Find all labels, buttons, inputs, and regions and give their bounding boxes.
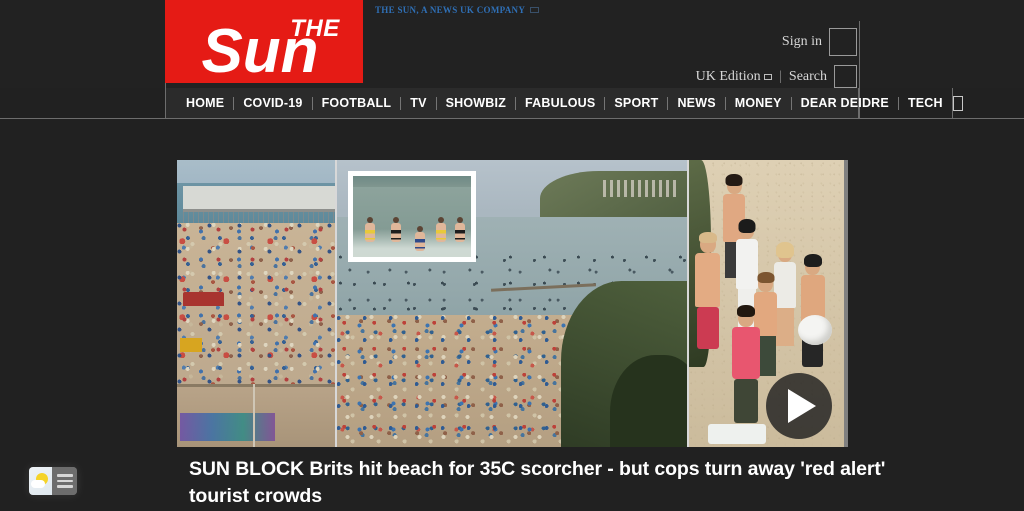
nav-items: HOME COVID-19 FOOTBALL TV SHOWBIZ FABULO… [165, 96, 952, 110]
swimmer-figure [391, 217, 402, 243]
video-play-button[interactable] [766, 373, 832, 439]
swimmer-figure [454, 217, 465, 243]
lamp-post [252, 383, 255, 447]
nav-item-news[interactable]: NEWS [668, 96, 724, 110]
hamburger-icon[interactable] [52, 467, 77, 495]
user-account-icon[interactable] [829, 28, 857, 56]
edition-search-row: UK Edition | Search [696, 65, 857, 88]
main-navigation: HOME COVID-19 FOOTBALL TV SHOWBIZ FABULO… [165, 88, 963, 118]
nav-item-showbiz[interactable]: SHOWBIZ [437, 96, 515, 110]
site-header: THE Sun THE SUN, A NEWS UK COMPANY Sign … [0, 0, 1024, 118]
beach-towel [707, 424, 767, 445]
play-icon [788, 389, 816, 423]
nav-item-tech[interactable]: TECH [899, 96, 952, 110]
inset-photo[interactable] [348, 171, 476, 262]
external-link-icon [530, 7, 540, 13]
sign-in-row[interactable]: Sign in [782, 28, 857, 56]
nav-item-money[interactable]: MONEY [726, 96, 791, 110]
collage-panel-right[interactable] [689, 160, 844, 447]
beach-person [695, 231, 721, 349]
swimmer-figure [436, 217, 447, 243]
logo-left-rule [165, 83, 166, 118]
beach-person [800, 253, 825, 367]
search-icon[interactable] [834, 65, 857, 88]
nav-item-fabulous[interactable]: FABULOUS [516, 96, 604, 110]
company-byline[interactable]: THE SUN, A NEWS UK COMPANY [375, 5, 540, 15]
article-media-collage[interactable] [177, 160, 848, 447]
beach-person [774, 242, 797, 347]
sign-in-label: Sign in [781, 34, 822, 49]
nav-item-home[interactable]: HOME [177, 96, 233, 110]
header-account-area: Sign in UK Edition | Search [696, 28, 857, 88]
promenade-rail [177, 383, 335, 387]
cloud-glyph [31, 480, 45, 488]
beach-tent [180, 337, 203, 353]
nav-item-tv[interactable]: TV [401, 96, 435, 110]
collage-panel-center[interactable] [335, 160, 689, 447]
taskbar-weather-widget[interactable] [29, 467, 77, 495]
nav-item-covid-19[interactable]: COVID-19 [234, 96, 311, 110]
beach-ball [797, 314, 832, 345]
svg-text:Sun: Sun [201, 17, 318, 83]
company-byline-text: THE SUN, A NEWS UK COMPANY [375, 5, 526, 15]
nav-item-football[interactable]: FOOTBALL [313, 96, 401, 110]
chevron-down-icon [764, 73, 773, 80]
article-headline[interactable]: SUN BLOCK Brits hit beach for 35C scorch… [189, 456, 889, 510]
swimmer-figure [365, 217, 376, 243]
header-divider: | [779, 68, 782, 84]
sea-horizon [353, 176, 471, 188]
collage-panel-left[interactable] [177, 160, 335, 447]
hamburger-icon [952, 95, 963, 111]
pier-deck [183, 185, 335, 212]
nav-item-dear-deidre[interactable]: DEAR DEIDRE [792, 96, 898, 110]
inset-photo-image [353, 176, 471, 257]
beach-person [732, 305, 761, 424]
hamburger-line [56, 485, 73, 488]
hamburger-line [56, 474, 73, 477]
browser-page: THE Sun THE SUN, A NEWS UK COMPANY Sign … [0, 0, 1024, 511]
graffiti-mural [180, 412, 275, 442]
sun-cloud-icon [29, 467, 52, 495]
site-logo[interactable]: THE Sun [165, 0, 363, 83]
swimmer-figure [414, 225, 425, 251]
nav-item-sport[interactable]: SPORT [605, 96, 667, 110]
edition-label: UK Edition [695, 68, 761, 84]
edition-selector[interactable]: UK Edition [695, 68, 773, 85]
hamburger-line [56, 479, 73, 483]
nav-more-menu-button[interactable] [951, 88, 963, 118]
cliff-top-houses [603, 180, 680, 198]
header-bottom-rule [0, 118, 1024, 119]
search-label[interactable]: Search [789, 69, 827, 85]
beach-tent [183, 292, 225, 307]
